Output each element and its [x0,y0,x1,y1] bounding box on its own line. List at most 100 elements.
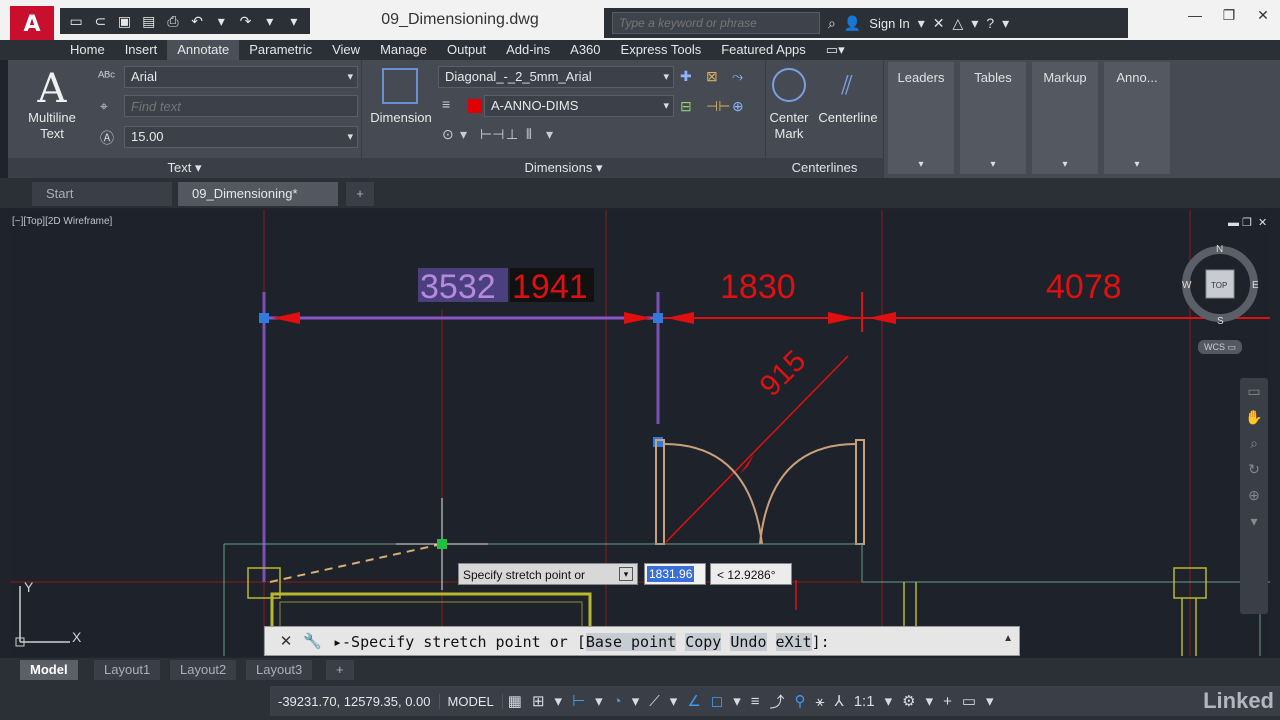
saveas-icon[interactable]: ▤ [139,11,159,31]
workspace-icon[interactable]: ⚙ [897,692,920,710]
redo-icon[interactable]: ↷ [235,11,255,31]
close-icon[interactable]: ✕ [1246,0,1280,30]
cmd-option-exit[interactable]: eXit [775,633,812,651]
find-icon[interactable]: ⌖ [100,98,108,115]
file-tab-active[interactable]: 09_Dimensioning* [178,182,338,206]
ortho-dropdown-icon[interactable]: ▾ [590,692,608,710]
compass-s[interactable]: S [1217,316,1224,327]
signin-dropdown-icon[interactable]: ▾ [918,15,925,32]
undo-icon[interactable]: ↶ [187,11,207,31]
grip[interactable] [259,313,269,323]
tab-a360[interactable]: A360 [560,40,611,60]
dim-tool-6-icon[interactable]: ⊕ [732,98,744,115]
annotation-monitor-icon[interactable]: + [938,693,957,710]
tab-parametric[interactable]: Parametric [239,40,323,60]
sign-in-button[interactable]: Sign In [869,16,909,31]
isodraft-dropdown-icon[interactable]: ▾ [665,692,683,710]
model-space-canvas[interactable]: [−][Top][2D Wireframe] 3532 1941 1830 40… [10,210,1270,656]
polar-dropdown-icon[interactable]: ▾ [627,692,645,710]
dim-tool-1-icon[interactable]: ✚ [680,68,692,85]
multiline-text-button[interactable]: Multiline Text [18,110,86,142]
dim-tool-4-icon[interactable]: ⊟ [680,98,692,115]
grip[interactable] [653,437,663,447]
dimension-text-1941[interactable]: 1941 [512,268,588,306]
undo-dropdown-icon[interactable]: ▾ [211,11,231,31]
cmd-option-copy[interactable]: Copy [685,633,722,651]
scale-dropdown-icon[interactable]: ▾ [880,692,898,710]
dim-tool-2-icon[interactable]: ⊠ [706,68,718,85]
dimensions-panel-footer[interactable]: Dimensions ▾ [362,158,765,178]
door-swing[interactable] [759,443,857,545]
center-mark-button[interactable]: Center Mark [766,110,812,142]
dimension-text-4078[interactable]: 4078 [1046,268,1122,306]
viewport-minimize-icon[interactable]: ▬ [1228,217,1239,229]
ribbon-options-icon[interactable]: ▭▾ [815,40,855,60]
customize-qat-icon[interactable]: ▾ [284,11,304,31]
viewport-close-icon[interactable]: ✕ [1258,217,1267,229]
tab-layout2[interactable]: Layout2 [170,660,237,680]
dimension-more-icon[interactable]: ▾ [546,126,553,143]
dimension-text-915[interactable]: 915 [754,344,813,403]
new-tab-button[interactable]: + [346,182,374,206]
prompt-options-icon[interactable]: ▾ [619,567,633,581]
object-snap-dropdown-icon[interactable]: ▾ [728,692,746,710]
dimension-style-dropdown[interactable]: Diagonal_-_2_5mm_Arial [438,66,674,88]
tab-layout1[interactable]: Layout1 [94,660,161,680]
grid-icon[interactable]: ▦ [503,692,527,710]
dimension-icon[interactable] [382,68,418,104]
dim-tool-5-icon[interactable]: ⊣⊢ [706,98,730,115]
angle-input[interactable]: < 12.9286° [710,563,792,585]
add-layout-button[interactable]: + [326,660,354,680]
save-icon[interactable]: ▣ [114,11,134,31]
units-dropdown-icon[interactable]: ▾ [981,692,999,710]
tab-featured-apps[interactable]: Featured Apps [711,40,816,60]
dimension-space-icon[interactable]: ⫴ [526,126,532,143]
units-icon[interactable]: ▭ [957,692,981,710]
new-icon[interactable]: ▭ [66,11,86,31]
open-icon[interactable]: ⊂ [90,11,110,31]
dimension-baseline-icon[interactable]: ⊥ [506,126,518,143]
font-dropdown[interactable]: Arial [124,66,358,88]
application-menu-button[interactable]: A [10,6,54,44]
tab-manage[interactable]: Manage [370,40,438,60]
dimension-dropdown-icon[interactable]: ▾ [460,126,467,143]
tab-home[interactable]: Home [60,40,115,60]
redo-dropdown-icon[interactable]: ▾ [260,11,280,31]
selection-cycling-icon[interactable]: ⤴ [765,691,790,712]
search-input[interactable] [612,12,820,34]
dimension-button[interactable]: Dimension [364,110,438,126]
door-jamb[interactable] [855,439,865,545]
minimize-icon[interactable]: — [1178,0,1212,30]
dimension-text-3532[interactable]: 3532 [420,268,496,306]
centerline-icon[interactable]: ⫽ [830,70,864,100]
snap-dropdown-icon[interactable]: ▾ [550,692,568,710]
lineweight-icon[interactable]: ≡ [746,693,765,710]
text-panel-footer[interactable]: Text ▾ [8,158,361,178]
maximize-icon[interactable]: ❐ [1212,0,1246,30]
dim-tool-3-icon[interactable]: ⤳ [732,68,743,85]
distance-input[interactable]: 1831.96 [644,563,706,585]
object-snap-icon[interactable]: ◻ [706,692,728,710]
a360-dropdown-icon[interactable]: ▾ [971,15,978,32]
file-tab-start[interactable]: Start [32,182,172,206]
text-height-dropdown[interactable]: 15.00 [124,126,358,148]
compass-e[interactable]: E [1252,280,1259,291]
cmd-option-undo[interactable]: Undo [730,633,767,651]
center-mark-icon[interactable] [772,68,806,102]
tab-output[interactable]: Output [437,40,497,60]
binoculars-icon[interactable]: ⌕ [828,15,836,32]
polar-icon[interactable]: ◔ [608,693,627,710]
annotation-scaling-panel[interactable]: Anno... ▾ [1104,62,1170,174]
command-history-icon[interactable]: ▲ [1003,633,1013,644]
tables-panel[interactable]: Tables ▾ [960,62,1026,174]
cmd-option-base-point[interactable]: Base point [585,633,677,651]
object-snap-tracking-icon[interactable]: ∠ [682,692,705,710]
annotation-scale-value[interactable]: 1:1 [849,693,880,710]
close-icon[interactable]: ✕ [277,632,295,652]
exchange-icon[interactable]: ✕ [933,15,945,32]
viewport-restore-icon[interactable]: ❐ [1242,217,1252,229]
print-icon[interactable]: ⎙ [163,11,183,31]
dimension-layer-dropdown[interactable]: A-ANNO-DIMS [484,95,674,117]
snap-icon[interactable]: ⊞ [527,692,550,710]
grip[interactable] [653,313,663,323]
